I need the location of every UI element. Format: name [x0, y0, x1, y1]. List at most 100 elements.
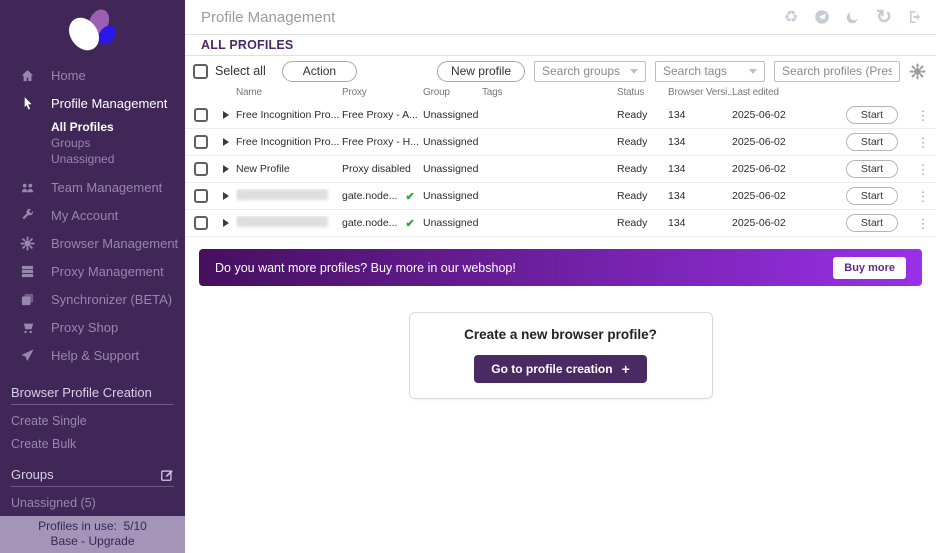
edit-groups-icon[interactable] — [160, 468, 174, 482]
table-settings-gear-icon[interactable] — [909, 63, 926, 80]
proxy-cell: gate.node... ✔ — [342, 217, 423, 230]
group-value: Unassigned — [423, 217, 482, 229]
sidebar-item-profile-management[interactable]: Profile Management — [0, 89, 185, 117]
search-tags-select[interactable]: Search tags — [655, 61, 765, 82]
sidebar-item-group-unassigned[interactable]: Unassigned (5) — [11, 496, 174, 510]
row-checkbox[interactable] — [194, 216, 208, 230]
row-menu-icon[interactable]: ⋮ — [910, 109, 936, 122]
go-to-profile-creation-button[interactable]: Go to profile creation + — [474, 355, 647, 383]
proxy-verified-check-icon: ✔ — [405, 190, 414, 203]
header-icons: ♻ ↻ — [782, 8, 924, 26]
tab-bar: ALL PROFILES — [185, 35, 936, 56]
table-header: Name Proxy Group Tags Status Browser Ver… — [185, 83, 936, 102]
tab-all-profiles[interactable]: ALL PROFILES — [201, 38, 293, 52]
send-icon — [18, 347, 36, 363]
row-menu-icon[interactable]: ⋮ — [910, 136, 936, 149]
logo-icon — [57, 5, 129, 57]
proxy-value: Free Proxy - A... — [342, 109, 423, 121]
app-logo — [0, 0, 185, 61]
status-value: Ready — [617, 163, 668, 175]
search-groups-select[interactable]: Search groups — [534, 61, 646, 82]
expand-caret-icon[interactable] — [223, 192, 229, 200]
row-checkbox[interactable] — [194, 108, 208, 122]
proxy-value: Proxy disabled — [342, 163, 423, 175]
sidebar-item-all-profiles[interactable]: All Profiles — [51, 119, 185, 135]
status-value: Ready — [617, 109, 668, 121]
sidebar-item-help-support[interactable]: Help & Support — [0, 341, 185, 369]
refresh-icon[interactable]: ↻ — [875, 8, 893, 26]
last-edited-value: 2025-06-02 — [732, 136, 845, 148]
sidebar-item-groups[interactable]: Groups — [51, 135, 185, 151]
browser-profile-creation-section: Browser Profile Creation Create Single C… — [11, 385, 174, 451]
search-profiles-input[interactable] — [774, 61, 900, 82]
sidebar-item-synchronizer[interactable]: Synchronizer (BETA) — [0, 285, 185, 313]
row-menu-icon[interactable]: ⋮ — [910, 163, 936, 176]
sidebar-item-team-management[interactable]: Team Management — [0, 173, 185, 201]
start-button[interactable]: Start — [846, 214, 898, 232]
sidebar-item-browser-management[interactable]: Browser Management — [0, 229, 185, 257]
sidebar-item-my-account[interactable]: My Account — [0, 201, 185, 229]
team-icon — [18, 179, 36, 195]
profiles-in-use-value: 5/10 — [124, 519, 147, 533]
logout-icon[interactable] — [906, 8, 924, 26]
action-button[interactable]: Action — [282, 61, 357, 82]
expand-caret-icon[interactable] — [223, 165, 229, 173]
table-row: Free Incognition Pro... Free Proxy - H..… — [185, 129, 936, 156]
sidebar-item-create-single[interactable]: Create Single — [11, 414, 174, 428]
group-value: Unassigned — [423, 136, 482, 148]
group-value: Unassigned — [423, 109, 482, 121]
toolbar: Select all Action New profile Search gro… — [185, 56, 936, 83]
profile-name — [236, 216, 342, 230]
status-value: Ready — [617, 217, 668, 229]
row-menu-icon[interactable]: ⋮ — [910, 190, 936, 203]
chevron-down-icon — [630, 69, 638, 74]
last-edited-value: 2025-06-02 — [732, 217, 845, 229]
server-icon — [18, 263, 36, 279]
browser-version-value: 134 — [668, 217, 732, 229]
select-all-label: Select all — [215, 64, 266, 78]
recycle-icon[interactable]: ♻ — [782, 8, 800, 26]
proxy-value: Free Proxy - H... — [342, 136, 423, 148]
sidebar-item-home[interactable]: Home — [0, 61, 185, 89]
sidebar: Home Profile Management All Profiles Gro… — [0, 0, 185, 553]
app-header: Profile Management ♻ ↻ — [185, 0, 936, 35]
plan-upgrade-link[interactable]: Base - Upgrade — [0, 534, 185, 549]
row-checkbox[interactable] — [194, 162, 208, 176]
expand-caret-icon[interactable] — [223, 219, 229, 227]
new-profile-button[interactable]: New profile — [437, 61, 525, 82]
expand-caret-icon[interactable] — [223, 138, 229, 146]
sidebar-footer: Profiles in use: 5/10 Base - Upgrade — [0, 516, 185, 553]
select-all-checkbox[interactable] — [193, 64, 208, 79]
plus-icon: + — [622, 364, 630, 374]
column-header-name: Name — [236, 87, 342, 98]
redacted-name — [236, 216, 328, 227]
sidebar-item-create-bulk[interactable]: Create Bulk — [11, 437, 174, 451]
sidebar-item-label: My Account — [51, 208, 118, 223]
proxy-value: gate.node... — [342, 217, 397, 229]
start-button[interactable]: Start — [846, 160, 898, 178]
telegram-icon[interactable] — [813, 8, 831, 26]
start-button[interactable]: Start — [846, 187, 898, 205]
sidebar-item-proxy-management[interactable]: Proxy Management — [0, 257, 185, 285]
row-checkbox[interactable] — [194, 189, 208, 203]
section-header: Browser Profile Creation — [11, 385, 152, 400]
proxy-cell: gate.node... ✔ — [342, 190, 423, 203]
dark-mode-moon-icon[interactable] — [844, 8, 862, 26]
sidebar-item-label: Profile Management — [51, 96, 167, 111]
sidebar-item-unassigned[interactable]: Unassigned — [51, 151, 185, 167]
buy-more-button[interactable]: Buy more — [833, 257, 906, 279]
group-value: Unassigned — [423, 190, 482, 202]
copy-icon — [18, 291, 36, 307]
profile-name: Free Incognition Pro... — [236, 136, 342, 148]
gear-icon — [18, 235, 36, 251]
section-header: Groups — [11, 467, 54, 482]
column-header-tags: Tags — [482, 87, 617, 98]
row-checkbox[interactable] — [194, 135, 208, 149]
row-menu-icon[interactable]: ⋮ — [910, 217, 936, 230]
column-header-browser-version: Browser Versi... — [668, 87, 732, 98]
expand-caret-icon[interactable] — [223, 111, 229, 119]
sidebar-item-proxy-shop[interactable]: Proxy Shop — [0, 313, 185, 341]
start-button[interactable]: Start — [846, 106, 898, 124]
start-button[interactable]: Start — [846, 133, 898, 151]
table-row: gate.node... ✔ Unassigned Ready 134 2025… — [185, 210, 936, 237]
